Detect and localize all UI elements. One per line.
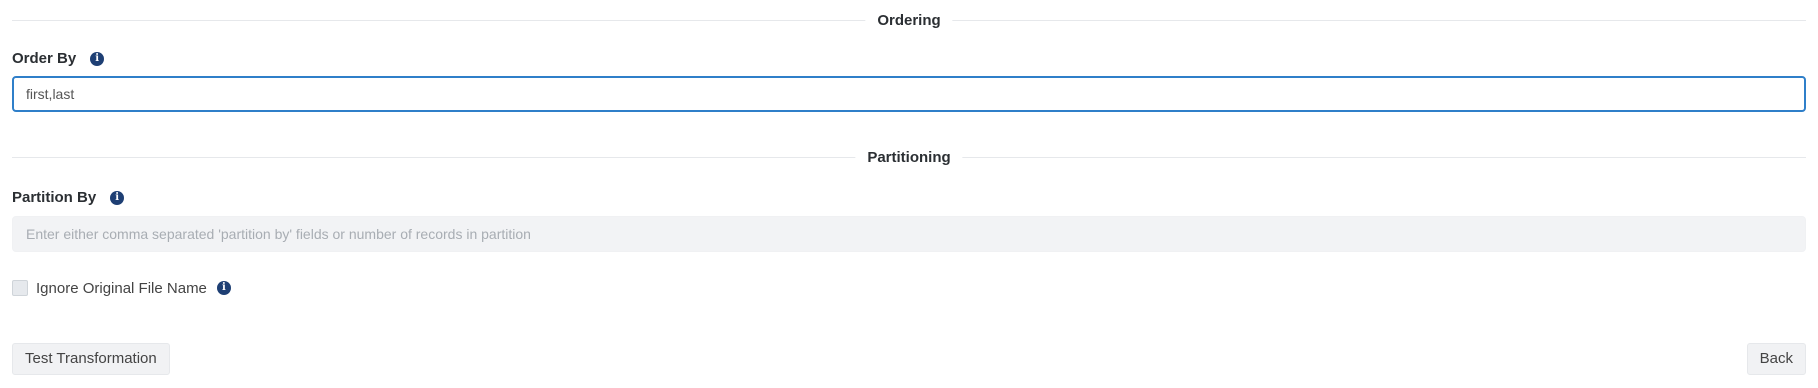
partition-by-label: Partition By [12, 189, 97, 206]
partition-by-label-row: Partition By i [12, 188, 125, 208]
partitioning-divider: Partitioning [12, 148, 1806, 168]
ignore-file-name-checkbox[interactable] [12, 280, 28, 296]
partitioning-section-title: Partitioning [855, 148, 963, 168]
info-icon[interactable]: i [110, 191, 125, 205]
test-transformation-button[interactable]: Test Transformation [12, 343, 170, 375]
order-by-label-row: Order By i [12, 49, 105, 69]
info-icon[interactable]: i [90, 52, 105, 66]
order-by-input[interactable]: first,last [12, 76, 1806, 112]
partition-by-input[interactable]: Enter either comma separated 'partition … [12, 216, 1806, 252]
ignore-file-name-row: Ignore Original File Name i [12, 278, 231, 298]
ignore-file-name-label: Ignore Original File Name [36, 279, 207, 297]
ordering-divider: Ordering [12, 11, 1806, 31]
ordering-section-title: Ordering [865, 11, 953, 31]
order-by-label: Order By [12, 50, 77, 67]
back-button[interactable]: Back [1746, 343, 1806, 375]
info-icon[interactable]: i [216, 281, 231, 295]
